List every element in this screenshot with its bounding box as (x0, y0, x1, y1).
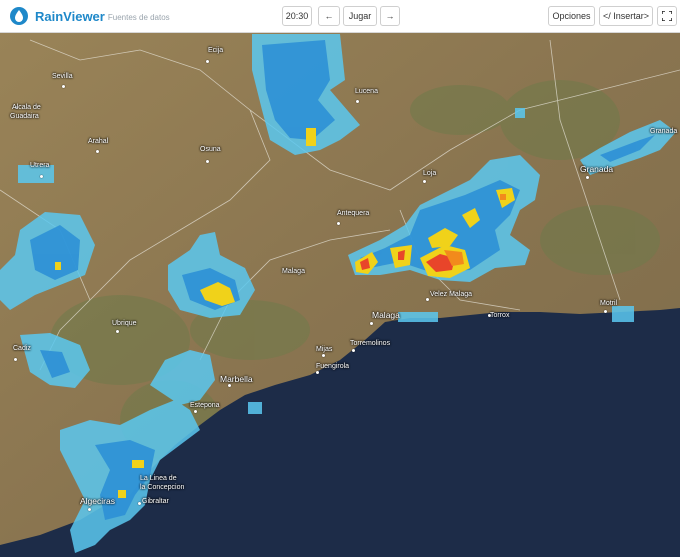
play-button[interactable]: Jugar (343, 6, 377, 26)
place-granada-ne: Granada (650, 128, 678, 135)
place-motril: Motril (600, 300, 618, 307)
app-logo[interactable]: RainViewer Fuentes de datos (9, 6, 170, 26)
place-lucena: Lucena (355, 88, 378, 95)
place-granada: Granada (580, 164, 614, 174)
place-mijas: Mijas (316, 346, 333, 353)
city-dot (337, 222, 340, 225)
city-dot (228, 384, 231, 387)
place-guadaira: Guadaira (10, 113, 39, 120)
map-base (0, 0, 680, 557)
place-torrox: Torrox (490, 312, 510, 319)
place-alcala: Alcala de (12, 104, 41, 111)
place-torremolinos: Torremolinos (350, 340, 391, 347)
city-dot (604, 310, 607, 313)
place-utrera: Utrera (30, 162, 50, 169)
app-name: RainViewer (35, 8, 105, 24)
city-dot (356, 100, 359, 103)
city-dot (352, 349, 355, 352)
place-gibraltar: Gibraltar (142, 498, 169, 505)
city-dot (423, 180, 426, 183)
place-algeciras: Algeciras (80, 496, 115, 506)
city-dot (116, 330, 119, 333)
place-arahal: Arahal (88, 138, 109, 145)
place-malaga: Malaga (372, 310, 400, 320)
droplet-icon (10, 7, 28, 25)
time-display[interactable]: 20:30 (282, 6, 312, 26)
place-ubrique: Ubrique (112, 320, 137, 327)
place-loja: Loja (423, 170, 437, 177)
city-dot (206, 160, 209, 163)
city-dot (206, 60, 209, 63)
place-antequera: Antequera (337, 210, 370, 217)
options-button[interactable]: Opciones (548, 6, 595, 26)
city-dot (194, 410, 197, 413)
place-lalinea2: la Concepcion (140, 484, 185, 491)
radar-map[interactable]: Ecija Sevilla Alcala de Guadaira Arahal … (0, 0, 680, 557)
place-marbella: Marbella (220, 374, 253, 384)
place-sevilla: Sevilla (52, 73, 73, 80)
city-dot (62, 85, 65, 88)
place-osuna: Osuna (200, 146, 221, 153)
top-toolbar: RainViewer Fuentes de datos 20:30 ← Juga… (0, 0, 680, 33)
place-malaga-inland: Malaga (282, 268, 305, 275)
fullscreen-button[interactable] (657, 6, 677, 26)
city-dot (370, 322, 373, 325)
place-cadiz: Cadiz (13, 345, 31, 352)
embed-button[interactable]: </ Insertar> (599, 6, 653, 26)
next-frame-button[interactable]: → (380, 6, 400, 26)
city-dot (14, 358, 17, 361)
place-fuengirola: Fuengirola (316, 363, 350, 370)
city-dot (88, 508, 91, 511)
place-ecija: Ecija (208, 47, 224, 54)
place-velez: Velez Malaga (430, 291, 473, 298)
city-dot (316, 371, 319, 374)
city-dot (96, 150, 99, 153)
fullscreen-icon (662, 11, 672, 21)
city-dot (138, 502, 141, 505)
city-dot (322, 354, 325, 357)
city-dot (426, 298, 429, 301)
city-dot (586, 176, 589, 179)
city-dot (40, 175, 43, 178)
place-lalinea1: La Linea de (140, 475, 177, 482)
place-estepona: Estepona (190, 402, 220, 409)
app-subtitle: Fuentes de datos (107, 13, 170, 22)
prev-frame-button[interactable]: ← (318, 6, 340, 26)
